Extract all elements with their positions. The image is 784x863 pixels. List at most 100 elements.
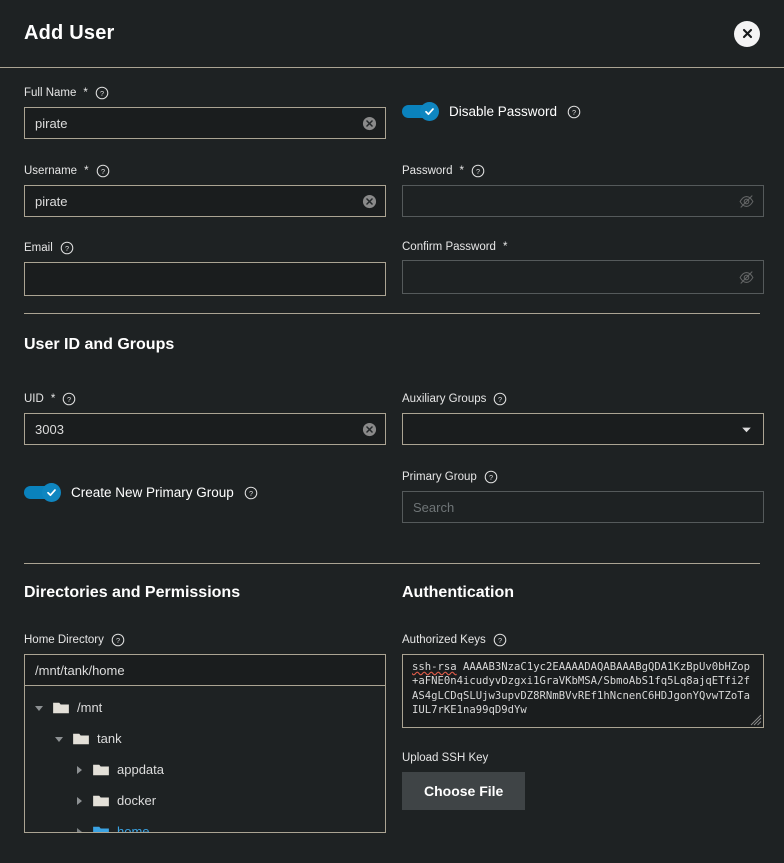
choose-file-button[interactable]: Choose File (402, 772, 526, 810)
uid-label: UID * ? (24, 392, 386, 406)
tree-item-tank[interactable]: tank (25, 723, 385, 754)
email-field-group: Email ? (24, 241, 386, 296)
svg-text:?: ? (100, 89, 104, 98)
full-name-field-group: Full Name * ? pirate (24, 86, 386, 139)
create-new-primary-group-label: Create New Primary Group (71, 485, 234, 500)
disable-password-row: Disable Password ? (402, 102, 764, 121)
tree-item-label: appdata (117, 762, 164, 777)
svg-text:?: ? (67, 395, 71, 404)
svg-text:?: ? (572, 107, 576, 116)
help-circle-icon[interactable]: ? (111, 633, 125, 647)
required-marker: * (84, 165, 89, 177)
directory-tree[interactable]: /mnt tank appdata docker home (24, 686, 386, 833)
create-new-primary-group-field-group: Create New Primary Group ? (24, 483, 386, 502)
eye-off-icon[interactable] (738, 193, 755, 210)
eye-off-icon[interactable] (738, 269, 755, 286)
help-circle-icon[interactable]: ? (484, 470, 498, 484)
email-input[interactable] (24, 262, 386, 296)
folder-icon (93, 826, 109, 832)
help-circle-icon[interactable]: ? (62, 392, 76, 406)
password-label-text: Password (402, 165, 453, 177)
confirm-password-label: Confirm Password * (402, 241, 764, 253)
required-marker: * (502, 241, 508, 253)
help-circle-icon[interactable]: ? (95, 86, 109, 100)
password-label: Password * ? (402, 164, 764, 178)
help-circle-icon[interactable]: ? (493, 633, 507, 647)
home-directory-label: Home Directory ? (24, 633, 386, 647)
username-value: pirate (35, 193, 68, 209)
tree-item-home[interactable]: home (25, 816, 385, 834)
auxiliary-groups-select[interactable] (402, 413, 764, 445)
confirm-password-field-group: Confirm Password * (402, 241, 764, 294)
section-divider (24, 313, 760, 314)
home-directory-label-text: Home Directory (24, 634, 104, 646)
username-label: Username * ? (24, 164, 386, 178)
uid-input[interactable]: 3003 (24, 413, 386, 445)
help-circle-icon[interactable]: ? (96, 164, 110, 178)
disable-password-toggle[interactable] (402, 102, 439, 121)
caret-down-icon[interactable] (33, 702, 45, 714)
create-new-primary-group-toggle[interactable] (24, 483, 61, 502)
username-input[interactable]: pirate (24, 185, 386, 217)
user-id-groups-section-title: User ID and Groups (24, 336, 175, 353)
authorized-keys-prefix: ssh-rsa (412, 661, 457, 673)
tree-item-label: /mnt (77, 700, 103, 715)
authorized-keys-field-group: Authorized Keys ? ssh-rsa AAAAB3NzaC1yc2… (402, 633, 764, 728)
confirm-password-label-text: Confirm Password (402, 241, 496, 253)
required-marker: * (459, 165, 464, 177)
check-icon (425, 108, 434, 116)
clear-circle-icon[interactable] (362, 422, 377, 437)
username-label-text: Username (24, 165, 78, 177)
directories-authentication-row: Directories and Permissions Home Directo… (24, 564, 764, 833)
uid-field-group: UID * ? 3003 (24, 392, 386, 445)
password-input[interactable] (402, 185, 764, 217)
check-icon (47, 489, 56, 497)
confirm-password-input[interactable] (402, 260, 764, 294)
primary-group-placeholder: Search (413, 499, 455, 515)
help-circle-icon[interactable]: ? (471, 164, 485, 178)
tree-item-appdata[interactable]: appdata (25, 754, 385, 785)
resize-grip-icon[interactable] (750, 714, 762, 726)
caret-down-icon[interactable] (53, 733, 65, 745)
caret-right-icon[interactable] (73, 795, 85, 807)
folder-icon (93, 795, 109, 806)
identification-row-1: Full Name * ? pirate Disable Password ? (24, 68, 760, 139)
close-button[interactable] (734, 20, 760, 47)
authorized-keys-textarea[interactable]: ssh-rsa AAAAB3NzaC1yc2EAAAADAQABAAABgQDA… (402, 654, 764, 728)
clear-circle-icon[interactable] (362, 116, 377, 131)
uid-value: 3003 (35, 421, 64, 437)
help-circle-icon[interactable]: ? (567, 105, 581, 119)
folder-icon (53, 702, 69, 713)
home-directory-field-group: Home Directory ? /mnt/tank/home /mnt tank… (24, 633, 386, 833)
svg-text:?: ? (116, 636, 120, 645)
close-icon (742, 28, 752, 39)
auxiliary-groups-label: Auxiliary Groups ? (402, 392, 764, 406)
auxiliary-groups-field-group: Auxiliary Groups ? (402, 392, 764, 445)
home-directory-input[interactable]: /mnt/tank/home (24, 654, 386, 686)
password-field-group: Password * ? (402, 164, 764, 217)
required-marker: * (83, 87, 88, 99)
tree-item-label: home (117, 824, 150, 833)
svg-text:?: ? (489, 473, 493, 482)
tree-item-label: docker (117, 793, 157, 808)
identification-row-3: Email ? Confirm Password * (24, 217, 764, 296)
tree-item-docker[interactable]: docker (25, 785, 385, 816)
help-circle-icon[interactable]: ? (493, 392, 507, 406)
help-circle-icon[interactable]: ? (244, 486, 258, 500)
clear-circle-icon[interactable] (362, 194, 377, 209)
identification-row-2: Username * ? pirate Password * ? (24, 139, 764, 217)
primary-group-input[interactable]: Search (402, 491, 764, 523)
folder-icon (93, 764, 109, 775)
help-circle-icon[interactable]: ? (60, 241, 74, 255)
tree-item-mnt[interactable]: /mnt (25, 692, 385, 723)
folder-icon (73, 733, 89, 744)
full-name-input[interactable]: pirate (24, 107, 386, 139)
caret-right-icon[interactable] (73, 826, 85, 834)
svg-text:?: ? (498, 395, 502, 404)
chevron-down-icon[interactable] (740, 423, 753, 436)
caret-right-icon[interactable] (73, 764, 85, 776)
authorized-keys-rest: AAAAB3NzaC1yc2EAAAADAQABAAABgQDA1KzBpUv0… (412, 661, 751, 716)
toggle-thumb (420, 102, 439, 121)
uid-label-text: UID (24, 393, 44, 405)
home-directory-value: /mnt/tank/home (35, 662, 125, 678)
